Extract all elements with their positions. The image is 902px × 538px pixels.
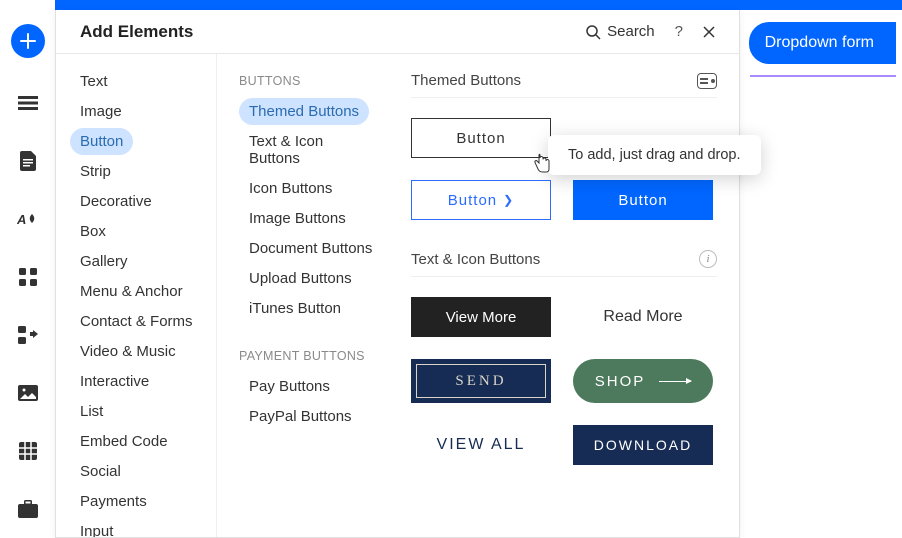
add-elements-panel: Add Elements Search ? Text Image Button … (55, 10, 740, 538)
sub-paypal-buttons[interactable]: PayPal Buttons (239, 403, 362, 430)
subcategory-column: BUTTONS Themed Buttons Text & Icon Butto… (216, 54, 391, 537)
text-icon-buttons-heading: Text & Icon Buttons (411, 251, 540, 268)
top-accent-bar (55, 0, 902, 10)
add-element-button[interactable] (11, 24, 45, 58)
ti-button-readmore[interactable]: Read More (573, 297, 713, 337)
design-icon[interactable]: A (15, 206, 41, 232)
ti-button-viewall[interactable]: VIEW ALL (411, 425, 551, 465)
themed-buttons-heading: Themed Buttons (411, 72, 521, 89)
themed-button-link[interactable]: Button ❯ (411, 180, 551, 220)
close-icon[interactable] (703, 26, 715, 38)
info-icon[interactable]: i (699, 250, 717, 268)
sub-itunes-button[interactable]: iTunes Button (239, 295, 351, 322)
ti-button-download[interactable]: DOWNLOAD (573, 425, 713, 465)
ti-button-viewmore[interactable]: View More (411, 297, 551, 337)
sub-document-buttons[interactable]: Document Buttons (239, 235, 382, 262)
page-icon[interactable] (15, 148, 41, 174)
sub-upload-buttons[interactable]: Upload Buttons (239, 265, 362, 292)
panel-search[interactable]: Search (585, 23, 655, 40)
ti-button-shop[interactable]: SHOP (573, 359, 713, 403)
sub-image-buttons[interactable]: Image Buttons (239, 205, 356, 232)
cat-payments[interactable]: Payments (70, 488, 157, 515)
accent-underline (750, 75, 896, 77)
cat-interactive[interactable]: Interactive (70, 368, 159, 395)
category-column: Text Image Button Strip Decorative Box G… (56, 54, 216, 537)
chevron-right-icon: ❯ (503, 193, 514, 207)
dropdown-form-label: Dropdown form (765, 34, 874, 52)
ai-badge-icon[interactable] (697, 73, 717, 89)
panel-header: Add Elements Search ? (56, 10, 739, 54)
cat-social[interactable]: Social (70, 458, 131, 485)
themed-button-outline[interactable]: Button (411, 118, 551, 158)
svg-text:A: A (17, 212, 26, 227)
apps-icon[interactable] (15, 264, 41, 290)
left-rail: A (0, 0, 55, 538)
cat-list[interactable]: List (70, 398, 113, 425)
cat-box[interactable]: Box (70, 218, 116, 245)
cat-strip[interactable]: Strip (70, 158, 121, 185)
cat-decorative[interactable]: Decorative (70, 188, 162, 215)
cat-text[interactable]: Text (70, 68, 118, 95)
dropdown-form-button[interactable]: Dropdown form (749, 22, 896, 64)
data-icon[interactable] (15, 438, 41, 464)
search-label: Search (607, 23, 655, 40)
sub-text-icon-buttons[interactable]: Text & Icon Buttons (239, 128, 383, 172)
ti-button-send[interactable]: SEND (411, 359, 551, 403)
section-icon[interactable] (15, 90, 41, 116)
text-icon-buttons-grid: View More Read More SEND SHOP VIEW ALL D… (411, 297, 717, 465)
media-icon[interactable] (15, 380, 41, 406)
drag-drop-tooltip: To add, just drag and drop. (548, 135, 761, 175)
panel-title: Add Elements (80, 22, 193, 42)
themed-button-primary[interactable]: Button (573, 180, 713, 220)
cat-gallery[interactable]: Gallery (70, 248, 138, 275)
cat-input[interactable]: Input (70, 518, 123, 537)
sub-head-payment: PAYMENT BUTTONS (239, 349, 383, 363)
sub-themed-buttons[interactable]: Themed Buttons (239, 98, 369, 125)
cat-menu-anchor[interactable]: Menu & Anchor (70, 278, 193, 305)
sub-pay-buttons[interactable]: Pay Buttons (239, 373, 340, 400)
arrow-right-icon (659, 381, 691, 382)
cat-embed-code[interactable]: Embed Code (70, 428, 178, 455)
sub-icon-buttons[interactable]: Icon Buttons (239, 175, 342, 202)
cat-image[interactable]: Image (70, 98, 132, 125)
cat-video-music[interactable]: Video & Music (70, 338, 186, 365)
cat-button[interactable]: Button (70, 128, 133, 155)
plus-icon (19, 32, 37, 50)
cat-contact-forms[interactable]: Contact & Forms (70, 308, 203, 335)
integrations-icon[interactable] (15, 322, 41, 348)
sub-head-buttons: BUTTONS (239, 74, 383, 88)
search-icon (585, 24, 601, 40)
preview-column: Themed Buttons Button Button ❯ Button Te… (391, 54, 739, 537)
help-icon[interactable]: ? (675, 23, 683, 40)
business-icon[interactable] (15, 496, 41, 522)
